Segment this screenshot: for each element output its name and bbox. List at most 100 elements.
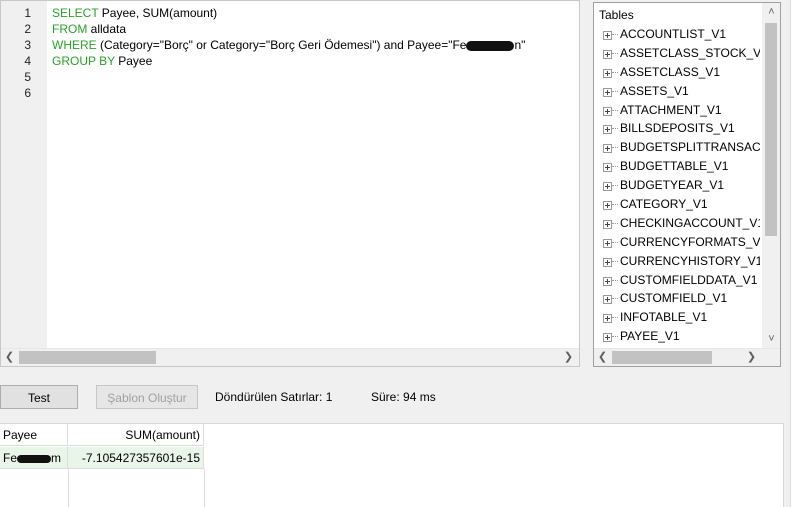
table-tree-item[interactable]: BUDGETTABLE_V1 — [599, 157, 760, 176]
table-tree-item[interactable]: BILLSDEPOSITS_V1 — [599, 119, 760, 138]
plus-box-icon[interactable] — [603, 182, 612, 192]
sql-code[interactable]: SELECT Payee, SUM(amount) FROM alldata W… — [52, 5, 579, 69]
tables-tree[interactable]: ACCOUNTLIST_V1 ASSETCLASS_STOCK_V1 ASSETCL… — [599, 25, 760, 346]
column-header-payee[interactable]: Payee — [0, 424, 68, 446]
line-number: 3 — [24, 38, 31, 52]
results-grid[interactable]: Payee SUM(amount) Fe m -7.105427357601e-1… — [0, 423, 784, 507]
plus-box-icon[interactable] — [603, 295, 612, 305]
plus-box-icon[interactable] — [603, 87, 612, 97]
result-cell-payee[interactable]: Fe m — [0, 447, 68, 469]
tree-connector — [612, 52, 618, 54]
table-tree-item[interactable]: CURRENCYFORMATS_V1 — [599, 233, 760, 252]
table-name: ASSETS_V1 — [620, 83, 689, 98]
plus-box-icon[interactable] — [603, 31, 612, 40]
sql-editor[interactable]: 1 2 3 4 5 6 SELECT Payee, SUM(amount) FR… — [0, 0, 580, 367]
plus-box-icon[interactable] — [603, 219, 612, 229]
tree-connector — [612, 298, 618, 300]
table-tree-item[interactable]: CUSTOMFIELDDATA_V1 — [599, 271, 760, 290]
code-text: (Category="Borç" or Category="Borç Geri … — [96, 38, 467, 52]
tree-connector — [612, 128, 618, 130]
plus-box-icon[interactable] — [603, 49, 612, 59]
plus-box-icon[interactable] — [603, 238, 612, 248]
table-tree-item[interactable]: CATEGORY_V1 — [599, 195, 760, 214]
plus-box-icon[interactable] — [603, 125, 612, 135]
sql-keyword: GROUP BY — [52, 54, 115, 68]
table-tree-item[interactable]: ASSETS_V1 — [599, 82, 760, 101]
table-tree-item[interactable]: CHECKINGACCOUNT_V1 — [599, 214, 760, 233]
scrollbar-thumb[interactable] — [612, 351, 712, 364]
line-number: 6 — [24, 86, 31, 100]
table-name: INFOTABLE_V1 — [620, 310, 708, 325]
table-name: CURRENCYHISTORY_V1 — [620, 253, 760, 268]
tree-connector — [612, 109, 618, 111]
sql-keyword: FROM — [52, 22, 88, 36]
table-tree-item[interactable]: PAYEE_V1 — [599, 327, 760, 346]
table-tree-item[interactable]: CURRENCYHISTORY_V1 — [599, 252, 760, 271]
tree-connector — [612, 260, 618, 262]
tree-connector — [612, 90, 618, 92]
table-tree-item[interactable]: BUDGETSPLITTRANSACTI — [599, 138, 760, 157]
table-name: CUSTOMFIELD_V1 — [620, 291, 728, 306]
table-tree-item[interactable]: CUSTOMFIELD_V1 — [599, 289, 760, 308]
line-number: 5 — [24, 70, 31, 84]
code-line: GROUP BY Payee — [52, 53, 579, 69]
tree-connector — [612, 222, 618, 224]
table-tree-item[interactable]: INFOTABLE_V1 — [599, 308, 760, 327]
table-tree-item[interactable]: ACCOUNTLIST_V1 — [599, 25, 760, 44]
plus-box-icon[interactable] — [603, 276, 612, 286]
code-line: WHERE (Category="Borç" or Category="Borç… — [52, 37, 579, 53]
table-name: CATEGORY_V1 — [620, 197, 708, 212]
scrollbar-thumb[interactable] — [19, 351, 156, 364]
plus-box-icon[interactable] — [603, 314, 612, 324]
code-text: alldata — [87, 22, 127, 36]
chevron-right-icon[interactable]: ❯ — [743, 349, 760, 366]
editor-horizontal-scrollbar[interactable]: ❮ ❯ — [1, 348, 579, 366]
tables-vertical-scrollbar[interactable]: ˄ ˅ — [762, 3, 780, 348]
result-cell-sum[interactable]: -7.105427357601e-15 — [68, 447, 204, 469]
test-button[interactable]: Test — [0, 385, 78, 409]
table-tree-item[interactable]: ASSETCLASS_V1 — [599, 63, 760, 82]
line-number: 2 — [24, 22, 31, 36]
plus-box-icon[interactable] — [603, 144, 612, 154]
code-line: SELECT Payee, SUM(amount) — [52, 5, 579, 21]
payee-text-tail: m — [51, 451, 62, 465]
plus-box-icon[interactable] — [603, 68, 612, 78]
tree-connector — [612, 147, 618, 149]
tree-connector — [612, 71, 618, 73]
tables-panel[interactable]: Tables ACCOUNTLIST_V1 ASSETCLASS_STOCK_V1… — [593, 2, 781, 367]
plus-box-icon[interactable] — [603, 333, 612, 343]
create-template-button[interactable]: Şablon Oluştur — [96, 385, 198, 409]
table-tree-item[interactable]: ATTACHMENT_V1 — [599, 101, 760, 120]
chevron-down-icon[interactable]: ˅ — [763, 331, 780, 348]
table-name: PAYEE_V1 — [620, 329, 680, 344]
tree-connector — [612, 241, 618, 243]
table-name: BUDGETTABLE_V1 — [620, 159, 729, 174]
code-line: FROM alldata — [52, 21, 579, 37]
tree-connector — [612, 204, 618, 206]
scrollbar-thumb[interactable] — [765, 23, 777, 236]
tree-connector — [612, 317, 618, 319]
chevron-left-icon[interactable]: ❮ — [594, 349, 611, 366]
tree-connector — [612, 336, 618, 338]
table-tree-item[interactable]: ASSETCLASS_STOCK_V1 — [599, 44, 760, 63]
tree-connector — [612, 34, 618, 35]
code-text-tail: n" — [514, 38, 526, 52]
table-tree-item[interactable]: BUDGETYEAR_V1 — [599, 176, 760, 195]
chevron-left-icon[interactable]: ❮ — [1, 349, 18, 366]
plus-box-icon[interactable] — [603, 163, 612, 173]
plus-box-icon[interactable] — [603, 201, 612, 211]
chevron-up-icon[interactable]: ˄ — [763, 4, 780, 21]
rows-returned-label: Döndürülen Satırlar: 1 — [215, 390, 333, 404]
plus-box-icon[interactable] — [603, 106, 612, 116]
duration-label: Süre: 94 ms — [371, 390, 436, 404]
table-name: ASSETCLASS_STOCK_V1 — [620, 45, 760, 60]
table-name: ASSETCLASS_V1 — [620, 64, 721, 79]
line-number: 4 — [24, 54, 31, 68]
plus-box-icon[interactable] — [603, 257, 612, 267]
redaction-mark — [466, 40, 515, 51]
tree-connector — [612, 166, 618, 168]
column-header-sum[interactable]: SUM(amount) — [68, 424, 204, 446]
chevron-right-icon[interactable]: ❯ — [560, 349, 577, 366]
tables-horizontal-scrollbar[interactable]: ❮ ❯ — [594, 348, 780, 366]
payee-text: Fe — [3, 451, 18, 465]
